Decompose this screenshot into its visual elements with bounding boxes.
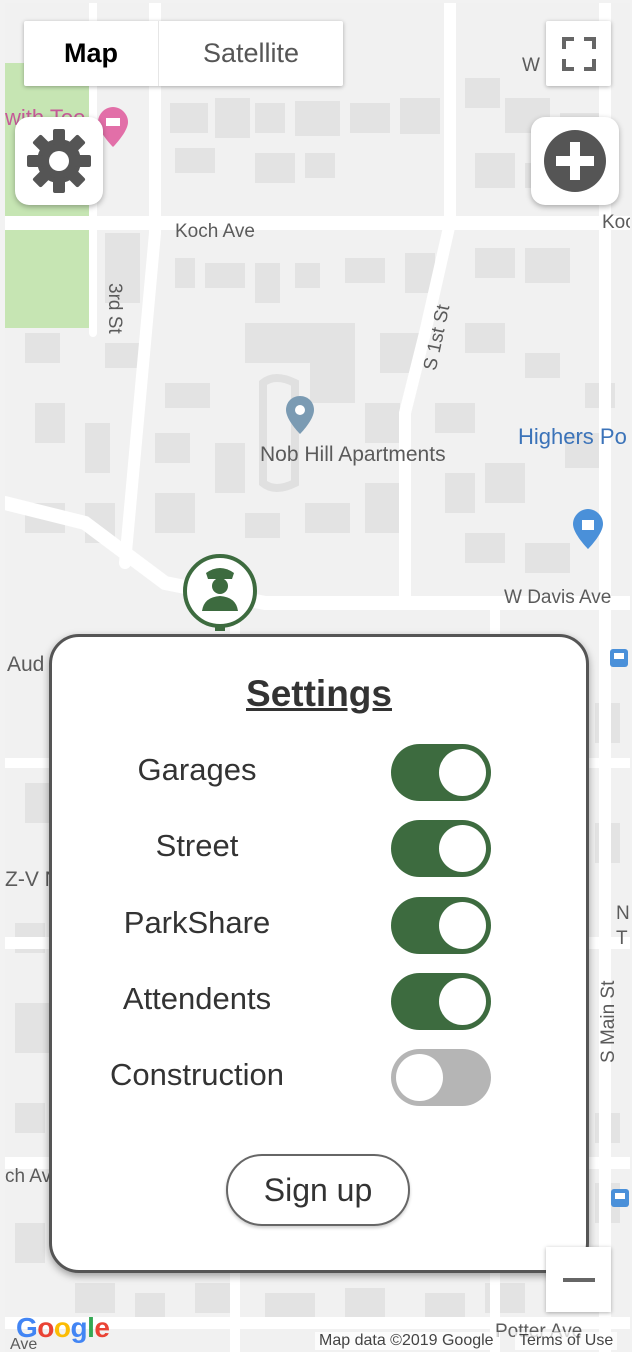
attendents-toggle[interactable] xyxy=(391,973,491,1030)
map-type-map-button[interactable]: Map xyxy=(24,21,159,86)
zoom-out-button[interactable] xyxy=(546,1247,611,1312)
attendant-marker[interactable] xyxy=(182,553,258,631)
toggle-knob xyxy=(439,749,486,796)
street-label: 3rd St xyxy=(104,283,125,334)
street-label: Koch Ave xyxy=(175,221,255,242)
setting-row-attendents: Attendents xyxy=(52,973,586,1033)
parkshare-toggle[interactable] xyxy=(391,897,491,954)
map-type-satellite-button[interactable]: Satellite xyxy=(159,21,343,86)
toggle-knob xyxy=(439,825,486,872)
setting-row-parkshare: ParkShare xyxy=(52,897,586,957)
place-pin-icon[interactable] xyxy=(285,395,315,435)
signup-button[interactable]: Sign up xyxy=(226,1154,410,1226)
street-toggle[interactable] xyxy=(391,820,491,877)
settings-title: Settings xyxy=(246,673,392,714)
gear-icon xyxy=(27,129,91,193)
toggle-knob xyxy=(439,902,486,949)
map-type-control: Map Satellite xyxy=(24,21,343,86)
setting-row-garages: Garages xyxy=(52,744,586,804)
garages-toggle[interactable] xyxy=(391,744,491,801)
street-label: N xyxy=(616,903,630,924)
toggle-knob xyxy=(396,1054,443,1101)
setting-label: Attendents xyxy=(122,981,272,1016)
setting-label: ParkShare xyxy=(123,905,271,940)
setting-label: Garages xyxy=(137,752,257,787)
google-logo: Google xyxy=(16,1312,110,1343)
shopping-pin-icon[interactable] xyxy=(572,508,604,550)
street-label: T xyxy=(616,928,628,949)
construction-toggle[interactable] xyxy=(391,1049,491,1106)
setting-label: Construction xyxy=(109,1057,285,1092)
terms-of-use-link[interactable]: Terms of Use xyxy=(515,1332,618,1350)
setting-row-construction: Construction xyxy=(52,1049,586,1109)
fullscreen-button[interactable] xyxy=(546,21,611,86)
street-label: W xyxy=(522,55,540,76)
setting-label: Street xyxy=(155,828,239,863)
minus-icon xyxy=(562,1277,595,1282)
bus-stop-icon xyxy=(611,1189,629,1207)
street-label: ch Av xyxy=(5,1166,52,1187)
place-label: Nob Hill Apartments xyxy=(260,443,446,466)
settings-panel: Settings Garages Street ParkShare Attend… xyxy=(49,634,589,1273)
place-label: Highers Po xyxy=(518,424,627,449)
add-button[interactable] xyxy=(531,117,619,205)
setting-row-street: Street xyxy=(52,820,586,880)
map-data-attribution: Map data ©2019 Google xyxy=(315,1332,498,1350)
street-label: W Davis Ave xyxy=(504,587,612,608)
street-label: Koc xyxy=(602,212,630,233)
toggle-knob xyxy=(439,978,486,1025)
street-label: S Main St xyxy=(598,980,619,1063)
bus-stop-icon xyxy=(610,649,628,667)
street-label: Aud xyxy=(7,653,45,676)
fullscreen-icon xyxy=(561,36,596,71)
settings-button[interactable] xyxy=(15,117,103,205)
plus-icon xyxy=(544,130,606,192)
